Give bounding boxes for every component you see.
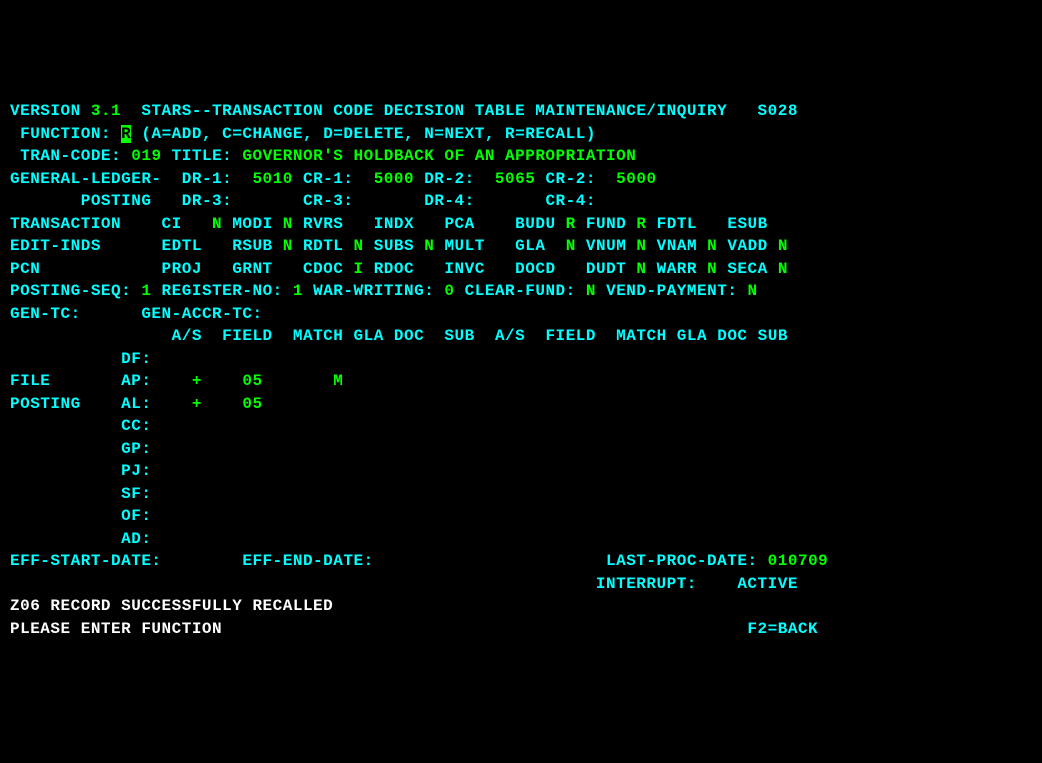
status-msg-2: PLEASE ENTER FUNCTION (10, 620, 222, 638)
cr1-value: 5000 (374, 170, 414, 188)
function-lbl: FUNCTION: (20, 125, 111, 143)
screen-id: S028 (758, 102, 798, 120)
interrupt-status: ACTIVE (737, 575, 798, 593)
version: 3.1 (91, 102, 121, 120)
dr1-value: 5010 (252, 170, 292, 188)
back-key[interactable]: F2=BACK (747, 620, 818, 638)
title-lbl: TITLE: (172, 147, 233, 165)
gl-lbl: GENERAL-LEDGER- (10, 170, 162, 188)
title-value: GOVERNOR'S HOLDBACK OF AN APPROPRIATION (242, 147, 636, 165)
page-title: STARS--TRANSACTION CODE DECISION TABLE M… (141, 102, 727, 120)
trancode-lbl: TRAN-CODE: (20, 147, 121, 165)
version-lbl: VERSION (10, 102, 81, 120)
last-proc-date: 010709 (768, 552, 829, 570)
dr2-value: 5065 (495, 170, 535, 188)
trancode-value[interactable]: 019 (131, 147, 161, 165)
terminal-screen: VERSION 3.1 STARS--TRANSACTION CODE DECI… (10, 100, 1032, 640)
cr2-value: 5000 (616, 170, 656, 188)
function-input[interactable]: R (121, 125, 131, 143)
function-hint: (A=ADD, C=CHANGE, D=DELETE, N=NEXT, R=RE… (141, 125, 596, 143)
status-msg-1: Z06 RECORD SUCCESSFULLY RECALLED (10, 597, 333, 615)
